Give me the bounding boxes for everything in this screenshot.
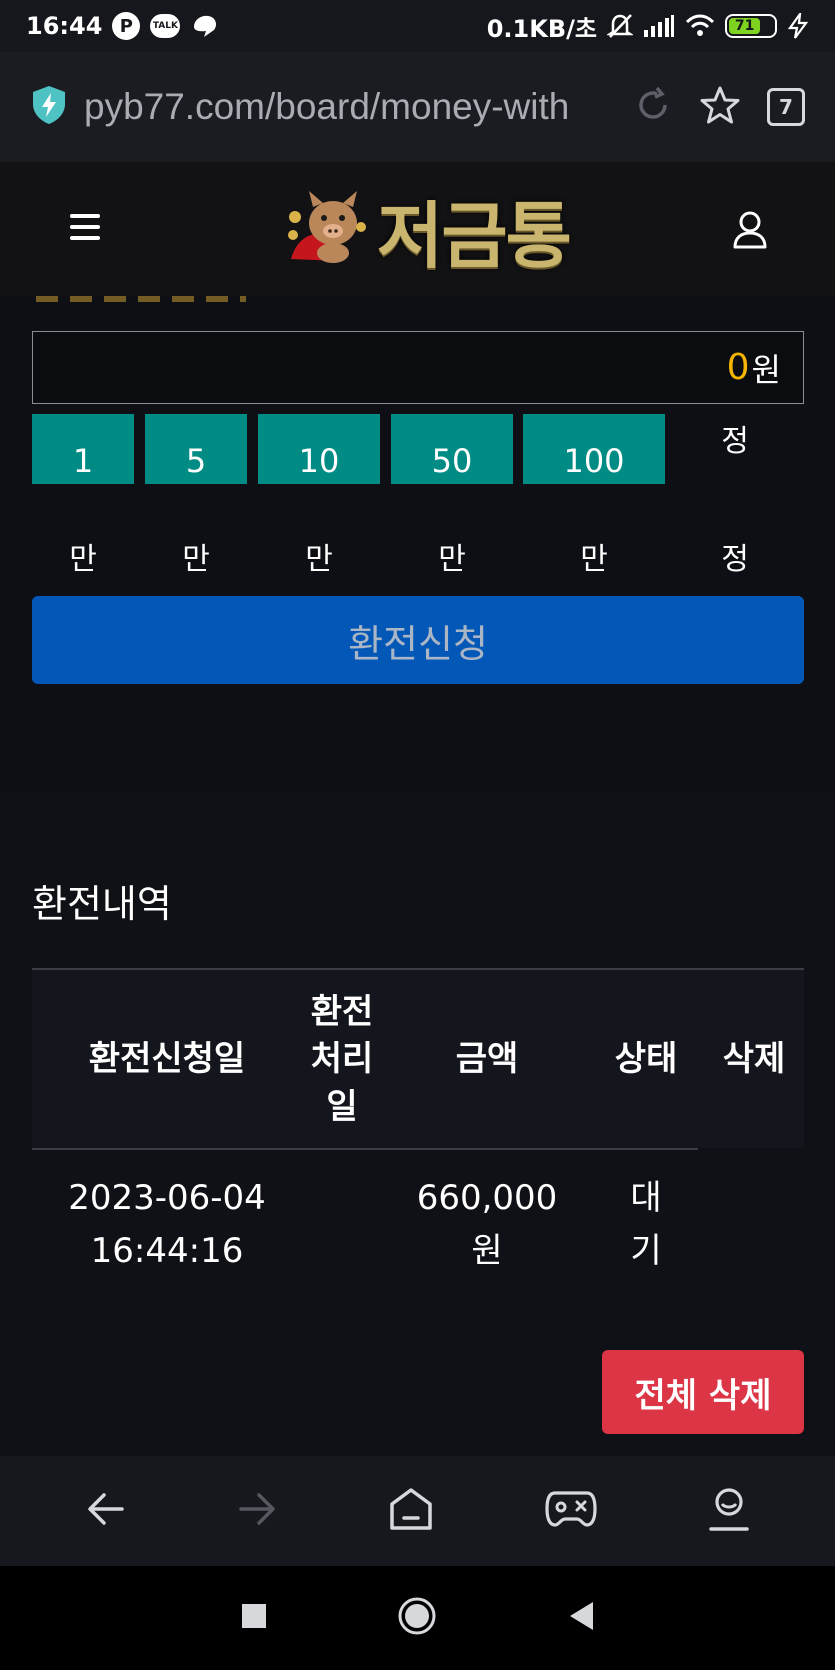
kakaotalk-icon: TALK — [150, 14, 181, 38]
system-nav-bar — [0, 1566, 835, 1670]
amount-unit: 원 — [751, 350, 781, 389]
amount-number: 660,000 — [416, 1178, 558, 1219]
reload-icon[interactable] — [633, 85, 673, 129]
hamburger-menu-icon[interactable] — [70, 214, 100, 240]
column-header-delete: 삭제 — [722, 1039, 786, 1080]
request-time: 16:44:16 — [90, 1231, 244, 1271]
status-text-line1: 대 — [630, 1178, 662, 1219]
request-datetime-cell: 2023-06-04 16:44:16 — [32, 1150, 302, 1300]
user-account-icon[interactable] — [732, 210, 768, 254]
status-text-line2: 기 — [630, 1231, 662, 1271]
reset-button-bottom[interactable]: 정 — [690, 534, 780, 578]
quick-amount-unit-100: 만 — [580, 542, 608, 577]
process-date-cell — [307, 1150, 377, 1300]
system-home-icon[interactable] — [397, 1596, 437, 1640]
signal-icon — [643, 14, 675, 38]
status-cell: 대 기 — [606, 1150, 686, 1300]
forward-arrow-icon[interactable] — [237, 1491, 277, 1531]
amount-input[interactable]: 0 원 — [32, 331, 804, 404]
network-speed: 0.1KB/초 — [486, 14, 597, 43]
game-controller-icon[interactable] — [544, 1489, 597, 1533]
site-logo[interactable]: 저금통 — [283, 177, 572, 282]
charging-icon — [787, 13, 809, 39]
profile-icon[interactable] — [708, 1486, 750, 1536]
amount-cell: 660,000 원 — [412, 1150, 562, 1300]
battery-icon: 71 — [725, 14, 777, 38]
url-field[interactable]: pyb77.com/board/money-with — [84, 86, 604, 128]
quick-amount-button-5[interactable]: 5 — [145, 414, 247, 484]
status-time: 16:44 — [26, 12, 103, 40]
site-header: 저금통 — [0, 162, 835, 296]
reset-button-top[interactable]: 정 — [690, 416, 780, 460]
column-header-status: 상태 — [614, 1039, 678, 1080]
exchange-history-panel: 환전내역 환전신청일 환전처리일 금액 상태 삭제 2023-06-04 16:… — [0, 838, 835, 1456]
column-header-amount: 금액 — [455, 1039, 519, 1080]
quick-amount-button-10[interactable]: 10 — [258, 414, 380, 484]
kakaotalk-label: TALK — [152, 21, 178, 31]
mute-bell-icon — [607, 12, 633, 40]
quick-amount-unit-1: 만 — [69, 542, 97, 577]
quick-amount-button-1[interactable]: 1 — [32, 414, 134, 484]
request-date: 2023-06-04 — [68, 1178, 266, 1219]
battery-level: 71 — [729, 18, 761, 34]
column-header-process-date: 환전처리일 — [310, 991, 374, 1127]
system-back-icon[interactable] — [567, 1600, 595, 1636]
quick-amount-unit-50: 만 — [438, 542, 466, 577]
quick-amount-unit-5: 만 — [182, 542, 210, 577]
browser-address-bar: pyb77.com/board/money-with 7 — [0, 52, 835, 162]
parking-app-letter: P — [119, 15, 133, 37]
quick-amount-button-100[interactable]: 100 — [523, 414, 665, 484]
wifi-icon — [685, 14, 715, 38]
shield-icon[interactable] — [30, 84, 68, 130]
history-table: 환전신청일 환전처리일 금액 상태 삭제 2023-06-04 16:44:16… — [32, 968, 804, 1271]
status-bar: 16:44 P TALK 0.1KB/초 71 — [0, 0, 835, 52]
parking-app-icon: P — [112, 12, 141, 40]
history-title: 환전내역 — [32, 882, 172, 926]
amount-unit-text: 원 — [471, 1231, 503, 1271]
amount-value: 0 — [726, 347, 750, 388]
site-logo-text: 저금통 — [377, 193, 572, 278]
bookmark-star-icon[interactable] — [699, 85, 741, 129]
browser-bottom-nav — [0, 1456, 835, 1566]
quick-amount-button-50[interactable]: 50 — [391, 414, 513, 484]
exchange-apply-button[interactable]: 환전신청 — [32, 596, 804, 684]
tab-count-button[interactable]: 7 — [767, 88, 805, 126]
table-header: 환전신청일 환전처리일 금액 상태 삭제 — [32, 968, 804, 1148]
quick-amount-unit-10: 만 — [305, 542, 333, 577]
home-icon[interactable] — [388, 1486, 434, 1536]
table-row: 2023-06-04 16:44:16 660,000 원 대 기 — [32, 1150, 804, 1300]
exchange-form-panel: 0 원 1 5 10 50 100 정 만 만 만 만 만 정 환전신청 — [0, 296, 835, 792]
section-heading-strip — [36, 296, 246, 302]
line-app-icon — [190, 13, 220, 39]
column-header-request-date: 환전신청일 — [88, 1039, 246, 1080]
back-arrow-icon[interactable] — [86, 1491, 126, 1531]
delete-all-button[interactable]: 전체 삭제 — [602, 1350, 804, 1434]
piggy-mascot-icon — [283, 187, 373, 271]
recent-apps-icon[interactable] — [241, 1603, 267, 1633]
